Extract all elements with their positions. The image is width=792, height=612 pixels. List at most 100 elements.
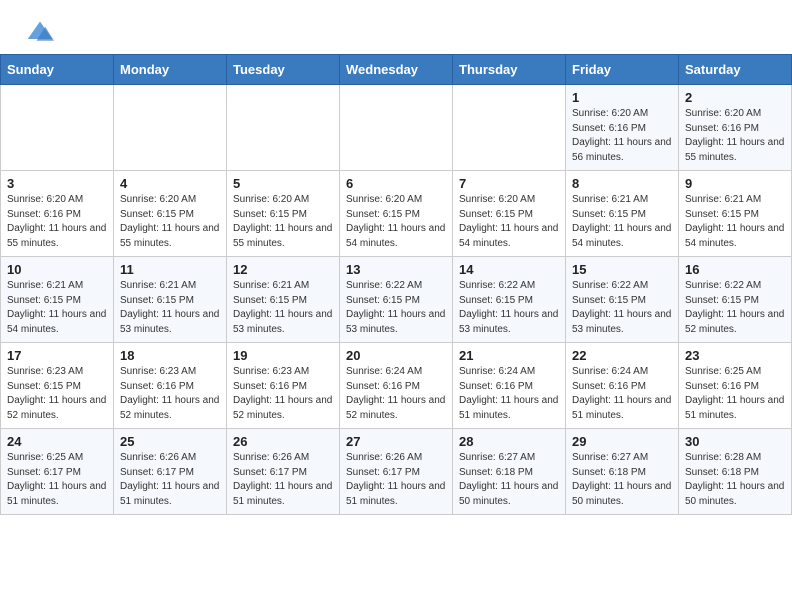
calendar-week-4: 17 Sunrise: 6:23 AM Sunset: 6:15 PM Dayli… (1, 343, 792, 429)
day-number: 22 (572, 348, 672, 363)
calendar-cell: 23 Sunrise: 6:25 AM Sunset: 6:16 PM Dayli… (679, 343, 792, 429)
calendar-cell: 2 Sunrise: 6:20 AM Sunset: 6:16 PM Daylig… (679, 85, 792, 171)
calendar-cell: 3Sunrise: 6:20 AM Sunset: 6:16 PM Daylig… (1, 171, 114, 257)
day-detail: Sunrise: 6:21 AM Sunset: 6:15 PM Dayligh… (572, 193, 672, 251)
calendar-cell: 20 Sunrise: 6:24 AM Sunset: 6:16 PM Dayli… (340, 343, 453, 429)
logo-name (24, 18, 54, 46)
day-number: 1 (572, 90, 672, 105)
day-number: 8 (572, 176, 672, 191)
calendar-cell: 26Sunrise: 6:26 AM Sunset: 6:17 PM Dayli… (227, 429, 340, 515)
day-detail: Sunrise: 6:21 AM Sunset: 6:15 PM Dayligh… (233, 279, 333, 337)
calendar-cell: 12 Sunrise: 6:21 AM Sunset: 6:15 PM Dayli… (227, 257, 340, 343)
day-detail: Sunrise: 6:22 AM Sunset: 6:15 PM Dayligh… (346, 279, 446, 337)
day-number: 27 (346, 434, 446, 449)
day-number: 12 (233, 262, 333, 277)
day-header-sunday: Sunday (1, 55, 114, 85)
calendar-cell: 4 Sunrise: 6:20 AM Sunset: 6:15 PM Daylig… (114, 171, 227, 257)
day-number: 23 (685, 348, 785, 363)
day-detail: Sunrise: 6:20 AM Sunset: 6:15 PM Dayligh… (346, 193, 446, 251)
day-detail: Sunrise: 6:20 AM Sunset: 6:15 PM Dayligh… (233, 193, 333, 251)
day-detail: Sunrise: 6:25 AM Sunset: 6:16 PM Dayligh… (685, 365, 785, 423)
day-detail: Sunrise: 6:24 AM Sunset: 6:16 PM Dayligh… (346, 365, 446, 423)
logo (24, 18, 54, 46)
calendar-cell: 6 Sunrise: 6:20 AM Sunset: 6:15 PM Daylig… (340, 171, 453, 257)
day-header-tuesday: Tuesday (227, 55, 340, 85)
day-detail: Sunrise: 6:22 AM Sunset: 6:15 PM Dayligh… (685, 279, 785, 337)
calendar-week-3: 10 Sunrise: 6:21 AM Sunset: 6:15 PM Dayli… (1, 257, 792, 343)
calendar-cell: 5 Sunrise: 6:20 AM Sunset: 6:15 PM Daylig… (227, 171, 340, 257)
calendar-cell: 11Sunrise: 6:21 AM Sunset: 6:15 PM Dayli… (114, 257, 227, 343)
day-detail: Sunrise: 6:22 AM Sunset: 6:15 PM Dayligh… (459, 279, 559, 337)
calendar-week-1: 1 Sunrise: 6:20 AM Sunset: 6:16 PM Daylig… (1, 85, 792, 171)
day-detail: Sunrise: 6:27 AM Sunset: 6:18 PM Dayligh… (572, 451, 672, 509)
day-number: 20 (346, 348, 446, 363)
day-number: 30 (685, 434, 785, 449)
day-number: 6 (346, 176, 446, 191)
calendar-week-2: 3Sunrise: 6:20 AM Sunset: 6:16 PM Daylig… (1, 171, 792, 257)
day-header-friday: Friday (566, 55, 679, 85)
calendar-cell: 19Sunrise: 6:23 AM Sunset: 6:16 PM Dayli… (227, 343, 340, 429)
calendar-cell (453, 85, 566, 171)
page-header (0, 0, 792, 54)
day-number: 3 (7, 176, 107, 191)
calendar-cell: 13 Sunrise: 6:22 AM Sunset: 6:15 PM Dayli… (340, 257, 453, 343)
day-number: 13 (346, 262, 446, 277)
day-detail: Sunrise: 6:20 AM Sunset: 6:15 PM Dayligh… (459, 193, 559, 251)
calendar-cell: 21 Sunrise: 6:24 AM Sunset: 6:16 PM Dayli… (453, 343, 566, 429)
day-number: 17 (7, 348, 107, 363)
day-number: 24 (7, 434, 107, 449)
day-detail: Sunrise: 6:20 AM Sunset: 6:16 PM Dayligh… (685, 107, 785, 165)
day-number: 7 (459, 176, 559, 191)
day-number: 5 (233, 176, 333, 191)
day-detail: Sunrise: 6:28 AM Sunset: 6:18 PM Dayligh… (685, 451, 785, 509)
day-detail: Sunrise: 6:20 AM Sunset: 6:16 PM Dayligh… (572, 107, 672, 165)
day-detail: Sunrise: 6:20 AM Sunset: 6:15 PM Dayligh… (120, 193, 220, 251)
day-detail: Sunrise: 6:26 AM Sunset: 6:17 PM Dayligh… (346, 451, 446, 509)
day-detail: Sunrise: 6:25 AM Sunset: 6:17 PM Dayligh… (7, 451, 107, 509)
day-number: 16 (685, 262, 785, 277)
calendar-cell: 22 Sunrise: 6:24 AM Sunset: 6:16 PM Dayli… (566, 343, 679, 429)
day-detail: Sunrise: 6:27 AM Sunset: 6:18 PM Dayligh… (459, 451, 559, 509)
calendar-cell: 8 Sunrise: 6:21 AM Sunset: 6:15 PM Daylig… (566, 171, 679, 257)
calendar-cell: 16 Sunrise: 6:22 AM Sunset: 6:15 PM Dayli… (679, 257, 792, 343)
calendar-cell: 10 Sunrise: 6:21 AM Sunset: 6:15 PM Dayli… (1, 257, 114, 343)
calendar-header-row: SundayMondayTuesdayWednesdayThursdayFrid… (1, 55, 792, 85)
day-header-saturday: Saturday (679, 55, 792, 85)
calendar-cell: 27 Sunrise: 6:26 AM Sunset: 6:17 PM Dayli… (340, 429, 453, 515)
day-number: 4 (120, 176, 220, 191)
day-number: 15 (572, 262, 672, 277)
calendar-cell: 18 Sunrise: 6:23 AM Sunset: 6:16 PM Dayli… (114, 343, 227, 429)
calendar-cell: 15 Sunrise: 6:22 AM Sunset: 6:15 PM Dayli… (566, 257, 679, 343)
day-detail: Sunrise: 6:22 AM Sunset: 6:15 PM Dayligh… (572, 279, 672, 337)
day-detail: Sunrise: 6:21 AM Sunset: 6:15 PM Dayligh… (120, 279, 220, 337)
day-number: 18 (120, 348, 220, 363)
day-detail: Sunrise: 6:24 AM Sunset: 6:16 PM Dayligh… (572, 365, 672, 423)
calendar-cell: 1 Sunrise: 6:20 AM Sunset: 6:16 PM Daylig… (566, 85, 679, 171)
calendar-cell (1, 85, 114, 171)
day-detail: Sunrise: 6:24 AM Sunset: 6:16 PM Dayligh… (459, 365, 559, 423)
calendar-cell (227, 85, 340, 171)
calendar-cell: 24 Sunrise: 6:25 AM Sunset: 6:17 PM Dayli… (1, 429, 114, 515)
day-detail: Sunrise: 6:26 AM Sunset: 6:17 PM Dayligh… (120, 451, 220, 509)
calendar-cell (340, 85, 453, 171)
calendar-cell: 29 Sunrise: 6:27 AM Sunset: 6:18 PM Dayli… (566, 429, 679, 515)
calendar-week-5: 24 Sunrise: 6:25 AM Sunset: 6:17 PM Dayli… (1, 429, 792, 515)
day-number: 10 (7, 262, 107, 277)
day-number: 19 (233, 348, 333, 363)
day-detail: Sunrise: 6:23 AM Sunset: 6:16 PM Dayligh… (120, 365, 220, 423)
day-number: 9 (685, 176, 785, 191)
calendar-cell: 7 Sunrise: 6:20 AM Sunset: 6:15 PM Daylig… (453, 171, 566, 257)
calendar-cell: 28 Sunrise: 6:27 AM Sunset: 6:18 PM Dayli… (453, 429, 566, 515)
day-number: 29 (572, 434, 672, 449)
day-detail: Sunrise: 6:23 AM Sunset: 6:15 PM Dayligh… (7, 365, 107, 423)
day-number: 28 (459, 434, 559, 449)
day-number: 25 (120, 434, 220, 449)
day-number: 21 (459, 348, 559, 363)
day-header-monday: Monday (114, 55, 227, 85)
day-header-wednesday: Wednesday (340, 55, 453, 85)
calendar-table: SundayMondayTuesdayWednesdayThursdayFrid… (0, 54, 792, 515)
calendar-cell: 14Sunrise: 6:22 AM Sunset: 6:15 PM Dayli… (453, 257, 566, 343)
day-detail: Sunrise: 6:21 AM Sunset: 6:15 PM Dayligh… (7, 279, 107, 337)
day-number: 2 (685, 90, 785, 105)
day-header-thursday: Thursday (453, 55, 566, 85)
